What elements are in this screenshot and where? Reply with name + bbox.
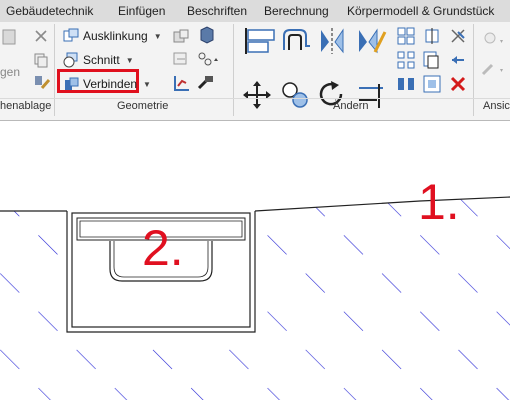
join-geometry-button[interactable]: Verbinden ▼ [63,74,151,94]
brush-icon[interactable] [480,60,504,80]
cope-label: Ausklinkung [83,29,148,43]
remove-paint-icon[interactable] [196,74,216,92]
paste-icon[interactable] [2,28,18,46]
join-geometry-label: Verbinden [83,77,138,91]
split-with-gap-icon[interactable] [396,74,416,94]
join-geometry-icon [65,77,79,90]
ribbon-tab-bar: Gebäudetechnik Einfügen Beschriften Bere… [0,0,510,23]
section-drawing[interactable] [0,121,510,400]
panel-title-bar [0,98,510,119]
cut-geometry-button[interactable]: Schnitt ▼ [63,50,134,70]
split-element-icon[interactable] [396,26,416,46]
group-icon[interactable] [422,74,442,94]
annotation-label-2: 2. [142,220,184,276]
split-face-icon[interactable] [172,28,190,46]
drawing-canvas[interactable]: 1. 2. [0,121,510,400]
panel-title-view[interactable]: Ansic [483,100,510,112]
delete-icon[interactable] [448,74,468,94]
tab-beschriften[interactable]: Beschriften [187,4,247,18]
tab-berechnung[interactable]: Berechnung [264,4,329,18]
tab-gebaeudetechnik[interactable]: Gebäudetechnik [6,4,93,18]
tab-koerpermodell[interactable]: Körpermodell & Grundstück [347,4,494,18]
wall-joins-icon[interactable] [198,26,216,46]
panel-title-modify[interactable]: Ändern [333,100,368,112]
scale-icon[interactable] [422,50,442,70]
cope-button[interactable]: Ausklinkung ▼ [63,26,162,46]
align-icon[interactable] [242,26,276,56]
paint-icon[interactable] [196,50,220,68]
unpin-icon[interactable] [448,26,468,46]
cut-scissors-icon[interactable] [33,28,49,44]
mirror-draw-axis-icon[interactable] [355,26,387,56]
wall-profile-icon[interactable] [172,73,192,93]
join-geometry-dropdown-icon[interactable]: ▼ [143,80,151,89]
cope-dropdown-icon[interactable]: ▼ [154,32,162,41]
unpin-arrow-icon[interactable] [448,50,468,70]
mirror-pick-axis-icon[interactable] [317,26,347,56]
ribbon: gen Ausklinkung ▼ Schnitt ▼ Verbinden ▼ … [0,22,510,121]
panel-title-geometry[interactable]: Geometrie [117,100,168,112]
offset-icon[interactable] [280,26,312,56]
match-properties-icon[interactable] [33,74,51,92]
paste-button-label[interactable]: gen [0,62,20,82]
cope-icon [63,28,79,42]
cut-geometry-icon [63,52,78,68]
panel-title-clipboard: henablage [0,100,52,112]
demolish-icon[interactable] [172,50,190,68]
light-bulb-icon[interactable] [480,28,504,52]
cut-geometry-dropdown-icon[interactable]: ▼ [126,56,134,65]
annotation-label-1: 1. [418,174,460,230]
pin-icon[interactable] [422,26,442,46]
tab-einfuegen[interactable]: Einfügen [118,4,165,18]
copy-icon[interactable] [33,52,49,68]
cut-geometry-label: Schnitt [83,53,120,67]
array-icon[interactable] [396,50,416,70]
